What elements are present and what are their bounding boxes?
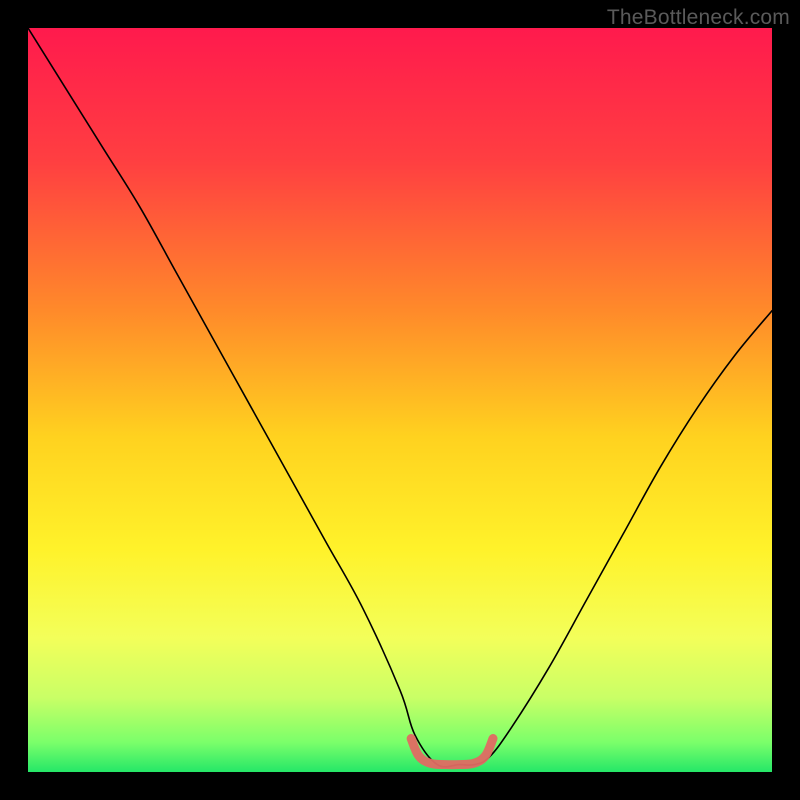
plot-area	[28, 28, 772, 772]
watermark-text: TheBottleneck.com	[607, 6, 790, 30]
chart-svg	[28, 28, 772, 772]
chart-frame: TheBottleneck.com	[0, 0, 800, 800]
gradient-background	[28, 28, 772, 772]
